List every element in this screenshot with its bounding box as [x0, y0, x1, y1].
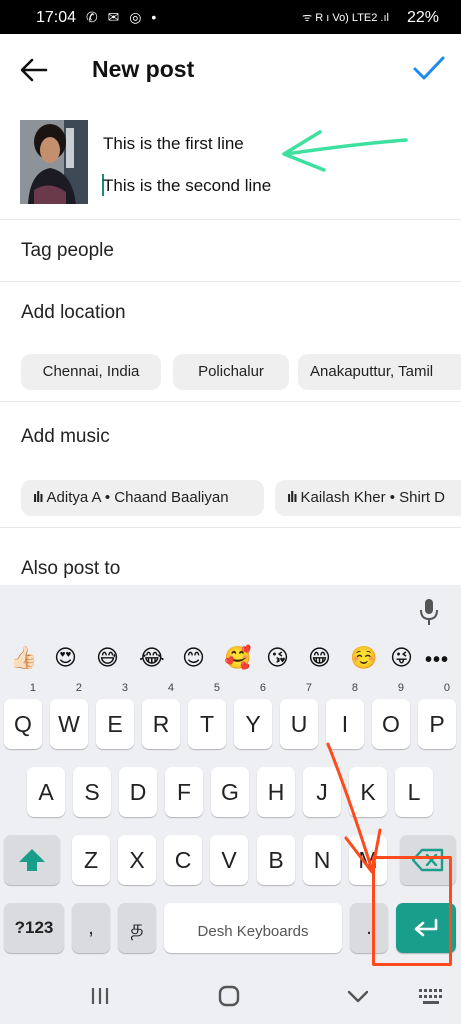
- key-hint: 0: [443, 682, 450, 694]
- battery-level: 22%: [406, 9, 439, 26]
- add-location-label: Add location: [21, 302, 126, 323]
- system-navigation-bar: [0, 970, 461, 1024]
- key-z[interactable]: Z: [72, 835, 110, 885]
- confirm-check-icon[interactable]: [411, 50, 447, 86]
- notification-icons: ✆ ✉ ◎ •: [86, 9, 160, 25]
- key-l[interactable]: L: [395, 767, 433, 817]
- emoji-suggestion-row: 👍🏻 😍 😅 😂 😊 🥰 😘 😁 ☺️ 😜 •••: [0, 645, 461, 685]
- shift-arrow-icon: [19, 849, 45, 871]
- key-hint: 1: [29, 682, 36, 694]
- emoji-suggestion[interactable]: 😅: [96, 645, 119, 671]
- music-bars-icon: ılı: [287, 489, 297, 506]
- network-icons: ᯤ R ı Vo) LTE2 .ıl: [302, 12, 389, 24]
- caption-line-2[interactable]: This is the second line: [103, 176, 271, 196]
- emoji-suggestion[interactable]: 😜: [390, 645, 413, 671]
- location-suggestions: Chennai, India Polichalur Anakaputtur, T…: [0, 342, 461, 402]
- key-u[interactable]: 7U: [280, 683, 318, 749]
- key-r[interactable]: 4R: [142, 683, 180, 749]
- location-chip[interactable]: Anakaputtur, Tamil: [298, 354, 461, 390]
- key-hint: 4: [167, 682, 174, 694]
- music-chip[interactable]: ılı Aditya A • Chaand Baaliyan: [21, 480, 264, 516]
- emoji-suggestion[interactable]: 😊: [182, 645, 205, 671]
- back-arrow-icon[interactable]: [16, 52, 52, 88]
- key-p[interactable]: 0P: [418, 683, 456, 749]
- key-label: Q: [14, 711, 32, 737]
- emoji-suggestion[interactable]: ☺️: [350, 645, 377, 671]
- emoji-suggestion[interactable]: 😘: [266, 645, 289, 671]
- location-chip[interactable]: Polichalur: [173, 354, 289, 390]
- language-key[interactable]: த: [118, 903, 156, 953]
- key-hint: 3: [121, 682, 128, 694]
- key-hint: 8: [351, 682, 358, 694]
- keyboard-switch-icon[interactable]: [418, 984, 444, 1008]
- spacebar[interactable]: Desh Keyboards: [164, 903, 342, 953]
- caption-line-1[interactable]: This is the first line: [103, 134, 244, 154]
- tag-people-row[interactable]: Tag people: [0, 220, 461, 282]
- also-post-to-row[interactable]: Also post to: [0, 528, 461, 585]
- add-music-label: Add music: [21, 426, 110, 447]
- comma-key[interactable]: ,: [72, 903, 110, 953]
- top-bar: New post: [0, 34, 461, 106]
- key-a[interactable]: A: [27, 767, 65, 817]
- microphone-icon[interactable]: [417, 597, 441, 627]
- key-hint: 9: [397, 682, 404, 694]
- home-icon[interactable]: [217, 984, 241, 1008]
- key-label: R: [152, 711, 170, 737]
- key-s[interactable]: S: [73, 767, 111, 817]
- spacebar-label: Desh Keyboards: [197, 923, 309, 940]
- key-label: U: [290, 711, 308, 737]
- key-c[interactable]: C: [164, 835, 202, 885]
- key-e[interactable]: 3E: [96, 683, 134, 749]
- also-post-to-label: Also post to: [21, 558, 121, 579]
- music-chip[interactable]: ılı Kailash Kher • Shirt D: [275, 480, 461, 516]
- key-q[interactable]: 1Q: [4, 683, 42, 749]
- emoji-suggestion[interactable]: 😍: [54, 645, 77, 671]
- post-thumbnail[interactable]: [20, 120, 88, 204]
- shift-key[interactable]: [4, 835, 60, 885]
- status-bar: 17:04 ✆ ✉ ◎ • ᯤ R ı Vo) LTE2 .ıl 22%: [0, 0, 461, 34]
- key-label: W: [58, 711, 80, 737]
- emoji-suggestion[interactable]: 😂: [139, 645, 165, 671]
- key-t[interactable]: 5T: [188, 683, 226, 749]
- key-label: E: [107, 711, 123, 737]
- status-time: 17:04: [36, 9, 77, 26]
- recent-apps-icon[interactable]: [88, 984, 112, 1008]
- emoji-suggestion[interactable]: 😁: [308, 645, 331, 671]
- add-music-row[interactable]: Add music: [0, 402, 461, 470]
- music-bars-icon: ılı: [33, 489, 43, 506]
- music-suggestions: ılı Aditya A • Chaand Baaliyan ılı Kailash…: [0, 470, 461, 528]
- key-g[interactable]: G: [211, 767, 249, 817]
- key-hint: 6: [259, 682, 266, 694]
- key-label: O: [382, 711, 400, 737]
- key-hint: 5: [213, 682, 220, 694]
- location-chip[interactable]: Chennai, India: [21, 354, 161, 390]
- key-x[interactable]: X: [118, 835, 156, 885]
- emoji-suggestion[interactable]: 🥰: [224, 645, 251, 671]
- key-label: P: [429, 711, 445, 737]
- key-v[interactable]: V: [210, 835, 248, 885]
- key-b[interactable]: B: [257, 835, 295, 885]
- music-chip-label: Kailash Kher • Shirt D: [300, 489, 445, 506]
- key-label: T: [199, 711, 215, 737]
- red-annotation-box: [372, 856, 452, 966]
- key-h[interactable]: H: [257, 767, 295, 817]
- green-annotation-arrow: [282, 130, 408, 172]
- key-hint: 7: [305, 682, 312, 694]
- key-w[interactable]: 2W: [50, 683, 88, 749]
- hide-keyboard-icon[interactable]: [346, 984, 370, 1008]
- key-hint: 2: [75, 682, 82, 694]
- key-label: I: [341, 711, 349, 737]
- music-chip-label: Aditya A • Chaand Baaliyan: [46, 489, 229, 506]
- page-title: New post: [92, 56, 195, 82]
- symbols-key[interactable]: ?123: [4, 903, 64, 953]
- key-label: Y: [245, 711, 261, 737]
- add-location-row[interactable]: Add location: [0, 282, 461, 342]
- tag-people-label: Tag people: [21, 240, 114, 261]
- key-f[interactable]: F: [165, 767, 203, 817]
- more-emoji-icon[interactable]: •••: [425, 649, 449, 672]
- key-y[interactable]: 6Y: [234, 683, 272, 749]
- emoji-suggestion[interactable]: 👍🏻: [10, 645, 37, 671]
- key-d[interactable]: D: [119, 767, 157, 817]
